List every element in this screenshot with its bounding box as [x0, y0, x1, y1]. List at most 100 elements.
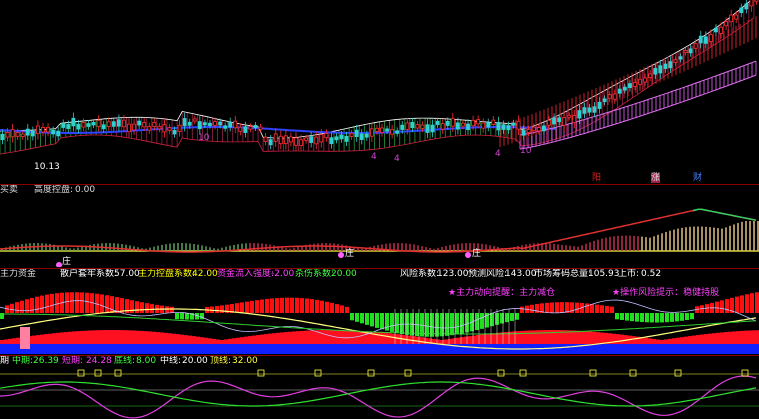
candle-body: [36, 125, 40, 135]
base-red: [284, 332, 288, 344]
candle-body: [536, 127, 541, 132]
mid-line-value: 20.00: [182, 356, 208, 366]
candle-body: [521, 129, 526, 136]
fund-bar: [440, 313, 444, 337]
fund-bar: [625, 313, 629, 321]
candle-body: [96, 120, 101, 127]
fund-bar: [650, 313, 654, 323]
panel-buy-sell[interactable]: 买卖 高度控盘: 0.00 庄 庄 庄: [0, 185, 759, 267]
base-red: [132, 330, 136, 344]
candle-body: [147, 126, 152, 131]
fund-bar: [390, 313, 394, 332]
control-coef-value: 42.00: [192, 269, 218, 279]
base-red: [456, 337, 460, 344]
base-red: [492, 333, 496, 344]
base-red: [572, 330, 576, 344]
fund-bar: [340, 305, 344, 313]
base-red: [656, 339, 660, 344]
candle-body: [719, 26, 723, 34]
candle-body: [567, 114, 572, 118]
candle-body: [354, 129, 359, 137]
fund-bar: [645, 313, 649, 323]
inflow-strength-value: -2.00: [271, 269, 295, 279]
fund-bar: [285, 297, 289, 313]
candle-body: [375, 127, 379, 132]
candle-body: [162, 124, 167, 133]
base-red: [740, 330, 744, 344]
fund-bar: [215, 305, 219, 313]
base-red: [276, 332, 280, 344]
fund-bar: [310, 299, 314, 313]
candle-body: [364, 133, 369, 138]
candle-body: [693, 43, 698, 49]
base-red: [108, 330, 112, 344]
fund-bar: [245, 301, 249, 313]
base-red: [296, 331, 300, 344]
base-red: [304, 330, 308, 344]
fund-bar: [70, 292, 74, 313]
base-red: [156, 332, 160, 344]
base-red: [64, 332, 68, 344]
candle-body: [66, 124, 71, 129]
candle-body: [289, 136, 293, 143]
retail-trapped-label: 散户套牢系数:: [60, 269, 118, 279]
base-red: [744, 330, 748, 344]
base-red: [112, 330, 116, 344]
candle-body: [744, 3, 749, 10]
fund-bar: [130, 300, 134, 313]
candle-body: [729, 14, 734, 23]
base-red: [472, 335, 476, 344]
violet-channel-bottom: [519, 74, 757, 150]
main-price-chart[interactable]: 10.13 4 4 4 10 10 阳 涨 财: [0, 0, 759, 183]
panel1-indicator-label: 高度控盘:: [34, 185, 74, 195]
fund-bar: [75, 292, 79, 313]
candle-body: [344, 135, 349, 142]
panel2-name: 主力资金: [0, 269, 37, 279]
base-red: [16, 337, 20, 344]
candle-body: [385, 128, 389, 132]
base-red: [728, 331, 732, 344]
candle-body: [116, 119, 121, 127]
tag-yang: 阳: [592, 173, 602, 183]
operation-risk-note: ★操作风险提示：稳健持股: [612, 288, 720, 298]
candle-body: [709, 34, 713, 42]
base-red: [252, 335, 256, 344]
base-red: [52, 333, 56, 344]
base-red: [448, 338, 452, 344]
candle-body: [283, 135, 288, 145]
fund-bar: [200, 313, 204, 320]
candle-body: [268, 139, 273, 146]
fund-bar: [335, 304, 339, 313]
panel-oscillator[interactable]: 期 中期: 26.39 短期: 24.28 底线: 8.00 中线: 20.00…: [0, 356, 759, 419]
candle-body: [319, 134, 324, 143]
candle-body: [445, 120, 450, 126]
fund-bar: [605, 305, 609, 313]
fund-bar: [530, 304, 534, 313]
candle-body: [101, 124, 106, 130]
base-red: [176, 334, 180, 344]
fund-bar: [690, 313, 694, 320]
candle-body: [582, 107, 587, 114]
base-red: [116, 330, 120, 344]
base-red: [484, 334, 488, 344]
chart-marker: 4: [371, 152, 377, 162]
base-red: [44, 334, 48, 344]
base-red: [60, 332, 64, 344]
fund-bar: [45, 294, 49, 313]
candle-body: [617, 88, 622, 94]
fund-bar: [315, 299, 319, 313]
candle-body: [314, 136, 319, 145]
base-red: [596, 332, 600, 344]
chart-marker: 4: [495, 149, 501, 159]
fund-bar: [535, 303, 539, 313]
fund-bar: [55, 293, 59, 313]
panel-main-force-funds[interactable]: 主力资金 散户套牢系数: 57.00 主力控盘系数: 42.00 资金流入强度:…: [0, 269, 759, 354]
base-red: [672, 338, 676, 344]
base-red: [452, 338, 456, 344]
base-red: [388, 333, 392, 344]
fund-bar: [290, 297, 294, 313]
candle-body: [663, 63, 668, 69]
base-red: [148, 331, 152, 344]
base-red: [204, 337, 208, 344]
mid-term-line: [0, 381, 757, 407]
